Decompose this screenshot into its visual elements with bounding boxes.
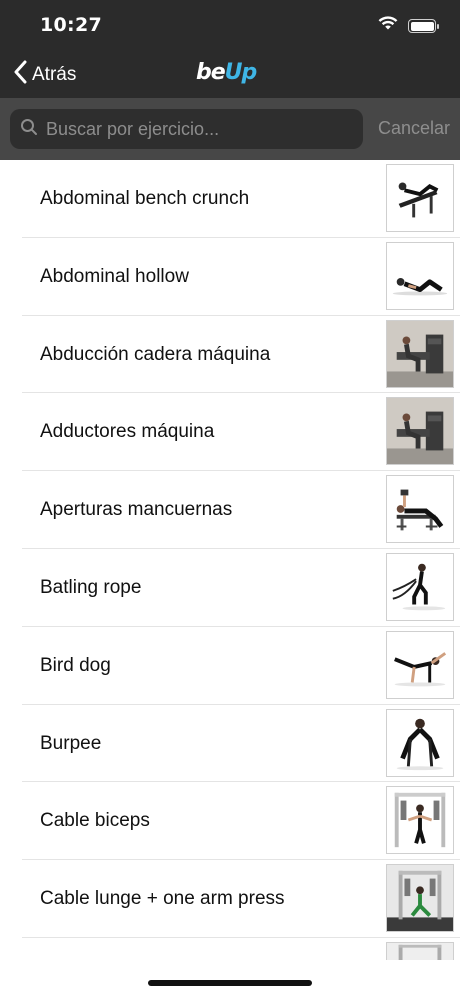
status-time: 10:27 <box>40 14 102 36</box>
exercise-name: Batling rope <box>40 576 142 598</box>
chevron-left-icon <box>14 60 32 90</box>
back-label: Atrás <box>32 64 77 85</box>
exercise-row[interactable]: Abdominal bench crunch <box>22 160 460 238</box>
exercise-thumbnail <box>386 630 454 699</box>
exercise-thumbnail <box>386 164 454 232</box>
exercise-row[interactable]: Adductores máquina <box>22 393 460 472</box>
exercise-thumbnail <box>386 475 454 544</box>
status-bar: 10:27 <box>0 0 460 50</box>
search-input[interactable] <box>46 118 346 140</box>
exercise-thumbnail <box>386 319 454 388</box>
exercise-row[interactable]: Abdominal hollow <box>22 238 460 316</box>
exercise-thumbnail <box>386 941 454 960</box>
home-indicator <box>148 980 312 986</box>
exercise-row[interactable]: Burpee <box>22 705 460 783</box>
exercise-thumbnail <box>386 241 454 310</box>
cancel-button[interactable]: Cancelar <box>378 118 450 139</box>
navigation-bar: Atrás beUp <box>0 50 460 98</box>
exercise-row[interactable]: Cable biceps <box>22 782 460 861</box>
exercise-row[interactable]: Batling rope <box>22 549 460 627</box>
exercise-thumbnail <box>386 864 454 933</box>
search-icon <box>20 118 38 141</box>
exercise-thumbnail <box>386 786 454 855</box>
exercise-name: Aperturas mancuernas <box>40 499 233 521</box>
exercise-row[interactable]: Abducción cadera máquina <box>22 316 460 394</box>
search-bar: Cancelar <box>0 98 460 160</box>
exercise-row-partial[interactable] <box>22 938 460 960</box>
exercise-thumbnail <box>386 552 454 621</box>
exercise-row[interactable]: Bird dog <box>22 627 460 705</box>
exercise-name: Abdominal bench crunch <box>40 188 250 209</box>
search-box <box>10 109 363 149</box>
battery-icon <box>408 19 439 33</box>
exercise-list: Abdominal bench crunch Abdominal hollow Ab… <box>0 160 460 960</box>
exercise-name: Abdominal hollow <box>40 265 189 287</box>
back-button[interactable]: Atrás <box>14 60 76 90</box>
exercise-thumbnail <box>386 708 454 777</box>
exercise-thumbnail <box>386 397 454 466</box>
exercise-name: Abducción cadera máquina <box>40 343 271 365</box>
exercise-name: Adductores máquina <box>40 421 215 443</box>
wifi-icon <box>378 16 398 36</box>
exercise-name: Cable biceps <box>40 810 150 832</box>
exercise-name: Bird dog <box>40 654 111 676</box>
status-icons <box>378 16 439 36</box>
exercise-name: Burpee <box>40 732 102 754</box>
exercise-name: Cable lunge + one arm press <box>40 888 285 910</box>
exercise-row[interactable]: Cable lunge + one arm press <box>22 860 460 938</box>
app-logo: beUp <box>196 60 257 85</box>
exercise-row[interactable]: Aperturas mancuernas <box>22 471 460 549</box>
